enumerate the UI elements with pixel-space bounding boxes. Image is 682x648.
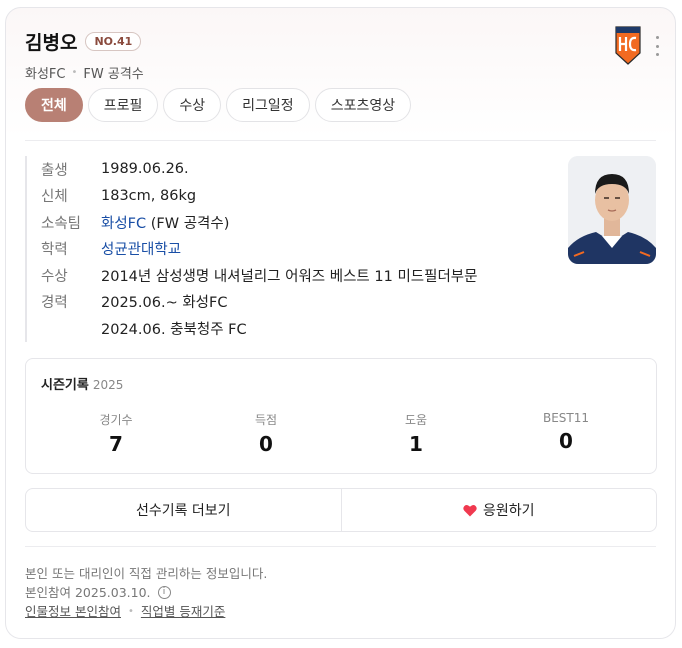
info-label: 수상 bbox=[41, 268, 68, 285]
info-icon[interactable]: i bbox=[157, 586, 171, 599]
participation-date: 본인참여 2025.03.10. bbox=[25, 585, 151, 600]
career-item: 2024.06. 충북청주 FC bbox=[101, 321, 247, 338]
info-row-birth: 출생 1989.06.26. bbox=[41, 156, 545, 183]
info-label: 소속팀 bbox=[41, 215, 82, 232]
info-label: 학력 bbox=[41, 242, 68, 259]
tab-bar: 전체 프로필 수상 리그일정 스포츠영상 bbox=[25, 88, 412, 122]
action-buttons: 선수기록 더보기 응원하기 bbox=[25, 488, 657, 532]
tab-league-schedule[interactable]: 리그일정 bbox=[226, 88, 310, 122]
info-value: 1989.06.26. bbox=[101, 161, 189, 178]
stat-games: 경기수 7 bbox=[41, 411, 191, 456]
divider bbox=[25, 546, 656, 547]
more-icon[interactable] bbox=[653, 36, 661, 56]
info-label: 신체 bbox=[41, 189, 68, 206]
more-records-button[interactable]: 선수기록 더보기 bbox=[26, 489, 341, 531]
info-row-career: 경력 2025.06.~ 화성FC bbox=[41, 289, 545, 316]
heart-icon bbox=[463, 504, 477, 516]
player-team: 화성FC bbox=[25, 67, 66, 82]
info-value: 2014년 삼성생명 내셔널리그 어워즈 베스트 11 미드필더부문 bbox=[101, 268, 478, 285]
player-header: 김병오 NO.41 화성FC • FW 공격수 bbox=[25, 26, 661, 82]
team-link[interactable]: 화성FC bbox=[101, 216, 146, 232]
info-row-school: 학력 성균관대학교 bbox=[41, 236, 545, 263]
stat-assists: 도움 1 bbox=[341, 411, 491, 456]
season-title: 시즌기록 bbox=[41, 378, 89, 393]
info-row-team: 소속팀 화성FC (FW 공격수) bbox=[41, 209, 545, 236]
profile-info-list: 출생 1989.06.26. 신체 183cm, 86kg 소속팀 화성FC (… bbox=[25, 156, 545, 342]
info-label: 출생 bbox=[41, 162, 68, 179]
season-year: 2025 bbox=[92, 378, 124, 392]
stat-label: 득점 bbox=[254, 413, 278, 427]
season-stats: 경기수 7 득점 0 도움 1 BEST11 0 bbox=[41, 411, 641, 456]
cheer-button[interactable]: 응원하기 bbox=[340, 489, 657, 531]
stat-value: 0 bbox=[259, 432, 273, 456]
tab-all[interactable]: 전체 bbox=[25, 88, 83, 122]
player-photo[interactable] bbox=[568, 156, 656, 264]
stat-label: 경기수 bbox=[99, 413, 133, 427]
footer: 본인 또는 대리인이 직접 관리하는 정보입니다. 본인참여 2025.03.1… bbox=[25, 564, 267, 621]
player-position: FW 공격수 bbox=[83, 67, 144, 82]
team-logo-icon[interactable] bbox=[615, 26, 641, 66]
info-row-award: 수상 2014년 삼성생명 내셔널리그 어워즈 베스트 11 미드필더부문 bbox=[41, 262, 545, 289]
player-number-badge: NO.41 bbox=[85, 32, 142, 51]
info-row-body: 신체 183cm, 86kg bbox=[41, 183, 545, 210]
player-name: 김병오 bbox=[25, 32, 78, 54]
school-link[interactable]: 성균관대학교 bbox=[101, 242, 181, 258]
stat-value: 7 bbox=[109, 432, 123, 456]
info-label: 경력 bbox=[41, 295, 68, 312]
player-card: 김병오 NO.41 화성FC • FW 공격수 전체 프로필 수상 리그일정 스… bbox=[5, 7, 676, 639]
separator-dot: • bbox=[127, 606, 134, 617]
link-listing-criteria[interactable]: 직업별 등재기준 bbox=[141, 602, 225, 621]
career-item: 2025.06.~ 화성FC bbox=[101, 295, 228, 312]
info-value: 183cm, 86kg bbox=[101, 187, 197, 204]
stat-label: BEST11 bbox=[542, 411, 590, 425]
divider bbox=[25, 140, 656, 141]
separator-dot: • bbox=[71, 67, 78, 78]
team-position-text: (FW 공격수) bbox=[146, 215, 230, 232]
stat-goals: 득점 0 bbox=[191, 411, 341, 456]
tab-sports-video[interactable]: 스포츠영상 bbox=[314, 88, 412, 122]
tab-profile[interactable]: 프로필 bbox=[87, 88, 159, 122]
footer-notice: 본인 또는 대리인이 직접 관리하는 정보입니다. bbox=[25, 566, 268, 581]
stat-value: 0 bbox=[559, 429, 573, 453]
cheer-label: 응원하기 bbox=[482, 503, 535, 519]
info-row-career-2: 2024.06. 충북청주 FC bbox=[41, 315, 545, 342]
link-self-participation[interactable]: 인물정보 본인참여 bbox=[25, 602, 121, 621]
season-record-box: 시즌기록 2025 경기수 7 득점 0 도움 1 BEST11 0 bbox=[25, 358, 657, 474]
stat-value: 1 bbox=[409, 432, 423, 456]
more-records-label: 선수기록 더보기 bbox=[135, 503, 231, 519]
stat-label: 도움 bbox=[404, 413, 428, 427]
stat-best11: BEST11 0 bbox=[491, 411, 641, 456]
tab-awards[interactable]: 수상 bbox=[163, 88, 222, 122]
